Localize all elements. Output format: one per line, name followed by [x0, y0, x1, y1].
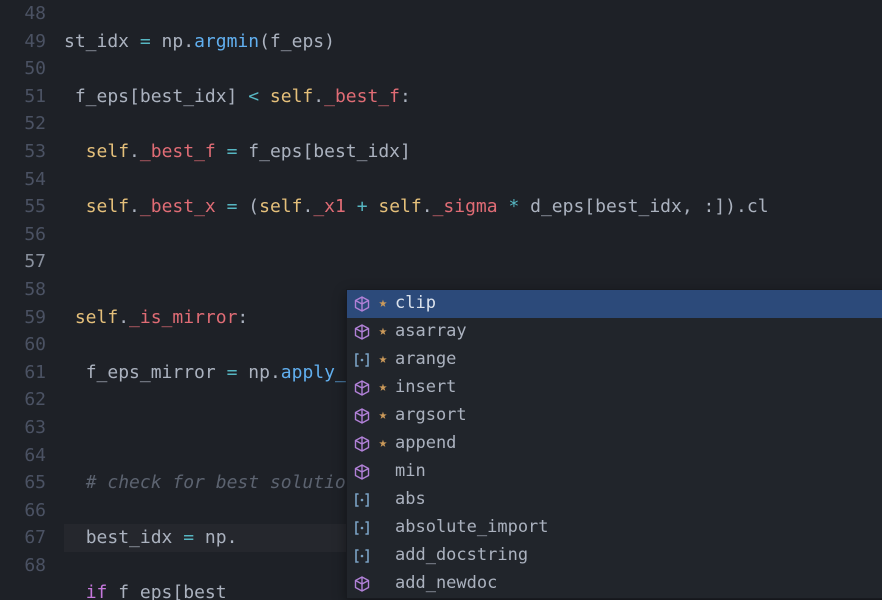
autocomplete-label: add_newdoc [395, 570, 497, 598]
autocomplete-item[interactable]: ★add_docstring [347, 542, 882, 570]
autocomplete-label: absolute_import [395, 514, 549, 542]
autocomplete-label: abs [395, 486, 426, 514]
autocomplete-item[interactable]: ★absolute_import [347, 514, 882, 542]
code-line[interactable]: f_eps[best_idx] < self._best_f: [64, 83, 882, 111]
module-icon [353, 407, 371, 425]
autocomplete-item[interactable]: ★asarray [347, 318, 882, 346]
line-number: 48 [0, 0, 46, 28]
line-number-gutter: 48 49 50 51 52 53 54 55 56 57 58 59 60 6… [0, 0, 64, 600]
variable-icon [353, 491, 371, 509]
star-icon: ★ [377, 374, 389, 402]
autocomplete-label: argsort [395, 402, 467, 430]
code-line[interactable]: st_idx = np.argmin(f_eps) [64, 28, 882, 56]
code-line[interactable]: self._best_f = f_eps[best_idx] [64, 138, 882, 166]
code-line[interactable] [64, 248, 882, 276]
line-number: 68 [0, 552, 46, 580]
line-number: 56 [0, 221, 46, 249]
line-number: 50 [0, 55, 46, 83]
autocomplete-label: arange [395, 346, 456, 374]
autocomplete-item[interactable]: ★append [347, 430, 882, 458]
autocomplete-label: min [395, 458, 426, 486]
autocomplete-label: add_docstring [395, 542, 528, 570]
star-icon: ★ [377, 430, 389, 458]
module-icon [353, 295, 371, 313]
line-number: 65 [0, 469, 46, 497]
line-number: 58 [0, 276, 46, 304]
star-icon: ★ [377, 290, 389, 318]
code-editor[interactable]: 48 49 50 51 52 53 54 55 56 57 58 59 60 6… [0, 0, 882, 600]
autocomplete-label: append [395, 430, 456, 458]
line-number: 49 [0, 28, 46, 56]
line-number: 67 [0, 524, 46, 552]
module-icon [353, 435, 371, 453]
line-number: 63 [0, 414, 46, 442]
line-number: 62 [0, 386, 46, 414]
autocomplete-item[interactable]: ★abs [347, 486, 882, 514]
module-icon [353, 379, 371, 397]
module-icon [353, 575, 371, 593]
autocomplete-item[interactable]: ★insert [347, 374, 882, 402]
autocomplete-item[interactable]: ★min [347, 458, 882, 486]
variable-icon [353, 547, 371, 565]
autocomplete-item[interactable]: ★arange [347, 346, 882, 374]
autocomplete-popup[interactable]: ★clip★asarray★arange★insert★argsort★appe… [346, 289, 882, 599]
line-number: 60 [0, 331, 46, 359]
line-number: 54 [0, 166, 46, 194]
autocomplete-label: clip [395, 290, 436, 318]
autocomplete-label: insert [395, 374, 456, 402]
module-icon [353, 323, 371, 341]
line-number: 64 [0, 442, 46, 470]
line-number: 55 [0, 193, 46, 221]
autocomplete-item[interactable]: ★clip [347, 290, 882, 318]
variable-icon [353, 351, 371, 369]
line-number: 61 [0, 359, 46, 387]
code-line[interactable]: self._best_x = (self._x1 + self._sigma *… [64, 193, 882, 221]
star-icon: ★ [377, 402, 389, 430]
line-number: 53 [0, 138, 46, 166]
line-number: 66 [0, 497, 46, 525]
line-number-active: 57 [0, 248, 46, 276]
line-number: 59 [0, 304, 46, 332]
autocomplete-item[interactable]: ★argsort [347, 402, 882, 430]
star-icon: ★ [377, 318, 389, 346]
line-number: 51 [0, 83, 46, 111]
line-number: 52 [0, 110, 46, 138]
variable-icon [353, 519, 371, 537]
autocomplete-label: asarray [395, 318, 467, 346]
autocomplete-item[interactable]: ★add_newdoc [347, 570, 882, 598]
code-area[interactable]: st_idx = np.argmin(f_eps) f_eps[best_idx… [64, 0, 882, 600]
module-icon [353, 463, 371, 481]
star-icon: ★ [377, 346, 389, 374]
